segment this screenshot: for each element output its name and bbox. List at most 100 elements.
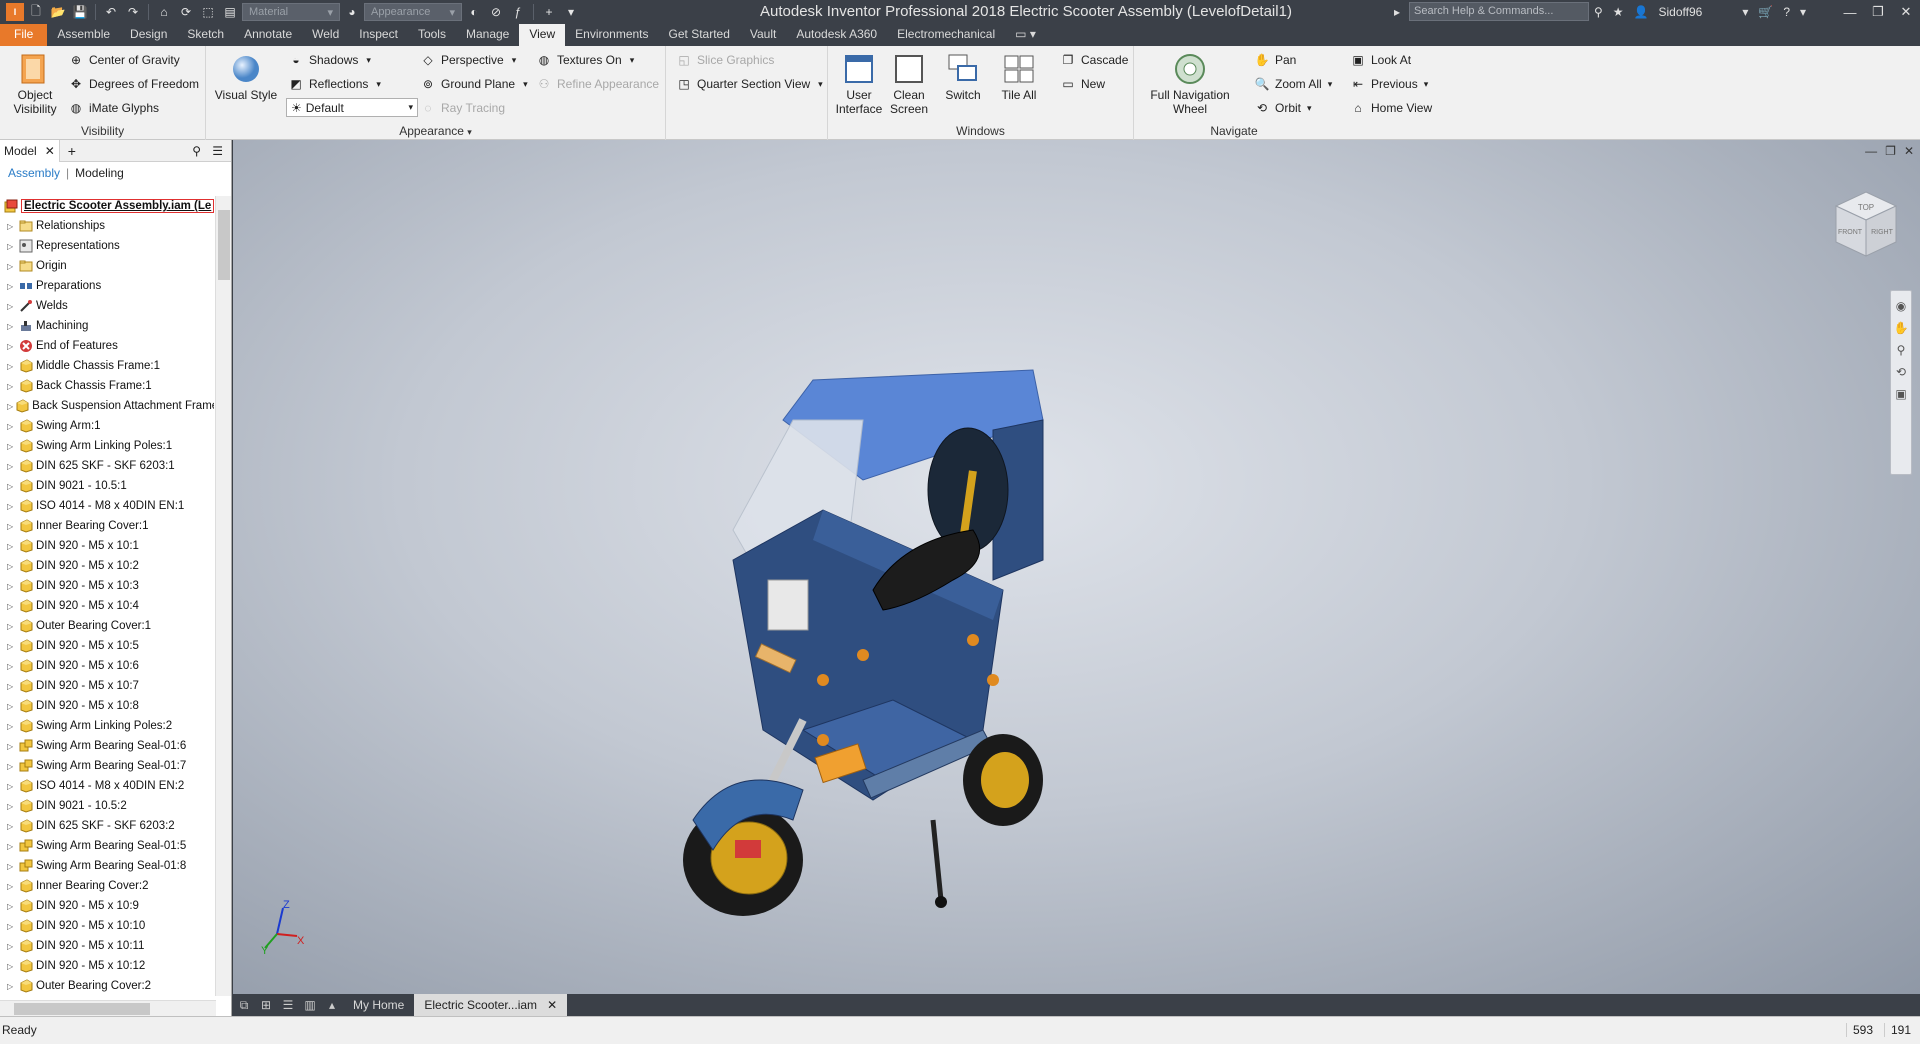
new-window-button[interactable]: ▭ New: [1060, 76, 1105, 92]
cascade-button[interactable]: ❐ Cascade: [1060, 52, 1129, 68]
tree-item[interactable]: ▷ DIN 625 SKF - SKF 6203:2: [0, 816, 214, 836]
tab-environments[interactable]: Environments: [565, 24, 658, 46]
zoom-icon[interactable]: ⚲: [1897, 343, 1906, 357]
expand-arrow-icon[interactable]: ▷: [7, 802, 17, 811]
tree-item[interactable]: ▷ DIN 920 - M5 x 10:5: [0, 636, 214, 656]
graphics-viewport[interactable]: — ❐ ✕ TOP FRONT RIGHT ◉ ✋ ⚲ ⟲ ▣ Z Y X: [233, 140, 1920, 994]
tree-item[interactable]: ▷ Outer Bearing Cover:1: [0, 616, 214, 636]
user-dropdown-icon[interactable]: ▾: [1742, 5, 1748, 19]
tree-item[interactable]: ▷ DIN 9021 - 10.5:2: [0, 796, 214, 816]
expand-arrow-icon[interactable]: ▷: [7, 362, 17, 371]
tree-item[interactable]: ▷ DIN 920 - M5 x 10:2: [0, 556, 214, 576]
tab-annotate[interactable]: Annotate: [234, 24, 302, 46]
browser-tab-model[interactable]: Model ✕: [0, 139, 60, 162]
expand-arrow-icon[interactable]: ▷: [7, 502, 17, 511]
tree-item[interactable]: ▷ Origin: [0, 256, 214, 276]
slice-graphics-button[interactable]: ◱ Slice Graphics: [676, 52, 774, 68]
expand-arrow-icon[interactable]: ▷: [7, 662, 17, 671]
document-list-icon[interactable]: ▴: [321, 994, 343, 1016]
expand-arrow-icon[interactable]: ▷: [7, 962, 17, 971]
rear-wheel-rim[interactable]: [981, 752, 1029, 808]
tree-item[interactable]: ▷ DIN 920 - M5 x 10:3: [0, 576, 214, 596]
expand-arrow-icon[interactable]: ▷: [7, 722, 17, 731]
expand-arrow-icon[interactable]: ▷: [7, 322, 17, 331]
tab-weld[interactable]: Weld: [302, 24, 349, 46]
expand-arrow-icon[interactable]: ▷: [7, 982, 17, 991]
tab-autodesk-a360[interactable]: Autodesk A360: [786, 24, 887, 46]
subtab-assembly[interactable]: Assembly: [8, 166, 60, 180]
expand-arrow-icon[interactable]: ▷: [7, 822, 17, 831]
help-icon[interactable]: ?: [1783, 5, 1790, 19]
appearance-sphere-icon[interactable]: ◕: [342, 2, 362, 22]
project-icon[interactable]: ▤: [220, 2, 240, 22]
ribbon-display-options-icon[interactable]: ▭ ▾: [1005, 24, 1046, 46]
add-browser-tab-icon[interactable]: +: [68, 143, 76, 159]
ray-tracing-button[interactable]: ◌ Ray Tracing: [420, 100, 505, 116]
tree-item[interactable]: ▷ Inner Bearing Cover:1: [0, 516, 214, 536]
tree-item[interactable]: ▷ Swing Arm Linking Poles:1: [0, 436, 214, 456]
orbit-button[interactable]: ⟲ Orbit ▾: [1254, 100, 1312, 116]
expand-arrow-icon[interactable]: ▷: [7, 702, 17, 711]
restore-icon[interactable]: ❐: [1885, 144, 1896, 158]
tree-item[interactable]: ▷ Preparations: [0, 276, 214, 296]
close-icon[interactable]: ✕: [547, 998, 557, 1012]
doctab-electric-scooter[interactable]: Electric Scooter...iam ✕: [414, 994, 568, 1016]
expand-arrow-icon[interactable]: ▷: [7, 902, 17, 911]
perspective-button[interactable]: ◇ Perspective ▾: [420, 52, 516, 68]
tree-item[interactable]: ▷ DIN 920 - M5 x 10:12: [0, 956, 214, 976]
cascade-view-icon[interactable]: ⧉: [233, 994, 255, 1016]
appearance-panel-label[interactable]: Appearance ▾: [206, 124, 665, 138]
full-navigation-wheel-button[interactable]: Full Navigation Wheel: [1142, 52, 1238, 116]
customize-icon[interactable]: ▾: [561, 2, 581, 22]
expand-arrow-icon[interactable]: ▷: [7, 242, 17, 251]
close-icon[interactable]: ✕: [1892, 0, 1920, 24]
tree-item[interactable]: ▷ ISO 4014 - M8 x 40DIN EN:1: [0, 496, 214, 516]
tree-item[interactable]: ▷ Outer Bearing Cover:2: [0, 976, 214, 996]
expand-arrow-icon[interactable]: ▷: [7, 462, 17, 471]
add-icon[interactable]: +: [539, 2, 559, 22]
username[interactable]: Sidoff96: [1659, 5, 1703, 19]
tree-item[interactable]: ▷ DIN 9021 - 10.5:1: [0, 476, 214, 496]
expand-arrow-icon[interactable]: ▷: [7, 482, 17, 491]
help-dropdown-icon[interactable]: ▾: [1800, 5, 1806, 19]
tab-assemble[interactable]: Assemble: [47, 24, 120, 46]
save-icon[interactable]: 💾: [70, 2, 90, 22]
expand-arrow-icon[interactable]: ▷: [7, 262, 17, 271]
handlebar-console[interactable]: [767, 579, 809, 631]
material-dropdown[interactable]: Material ▾: [242, 3, 340, 21]
scrollbar-thumb[interactable]: [14, 1003, 150, 1015]
expand-arrow-icon[interactable]: ▷: [7, 622, 17, 631]
orbit-icon[interactable]: ⟲: [1896, 365, 1906, 379]
restore-icon[interactable]: ❐: [1864, 0, 1892, 24]
viewcube-top-label[interactable]: TOP: [1858, 203, 1874, 212]
expand-arrow-icon[interactable]: ▷: [7, 582, 17, 591]
tree-item[interactable]: ▷ Swing Arm Bearing Seal-01:7: [0, 756, 214, 776]
minimize-icon[interactable]: —: [1836, 0, 1864, 24]
clear-appearance-icon[interactable]: ⊘: [486, 2, 506, 22]
tree-item[interactable]: ▷ DIN 920 - M5 x 10:4: [0, 596, 214, 616]
adjust-icon[interactable]: ◐: [464, 2, 484, 22]
tree-item[interactable]: ▷ DIN 920 - M5 x 10:6: [0, 656, 214, 676]
menu-icon[interactable]: ☰: [212, 144, 223, 158]
expand-arrow-icon[interactable]: ▷: [7, 282, 17, 291]
tree-item[interactable]: ▷ Relationships: [0, 216, 214, 236]
viewcube-front-label[interactable]: FRONT: [1838, 229, 1863, 236]
tree-item[interactable]: ▷ Representations: [0, 236, 214, 256]
doctab-my-home[interactable]: My Home: [343, 994, 414, 1016]
look-at-icon[interactable]: ▣: [1895, 387, 1906, 401]
tab-design[interactable]: Design: [120, 24, 177, 46]
tree-item[interactable]: ▷ DIN 625 SKF - SKF 6203:1: [0, 456, 214, 476]
expand-arrow-icon[interactable]: ▷: [7, 422, 17, 431]
steering-wheel-icon[interactable]: ◉: [1896, 299, 1906, 313]
tree-item[interactable]: ▷ ISO 4014 - M8 x 40DIN EN:2: [0, 776, 214, 796]
tab-file[interactable]: File: [0, 24, 48, 46]
tab-electromechanical[interactable]: Electromechanical: [887, 24, 1005, 46]
pan-hand-icon[interactable]: ✋: [1894, 321, 1909, 335]
reflections-button[interactable]: ◩ Reflections ▾: [288, 76, 381, 92]
tree-item[interactable]: ▷ DIN 920 - M5 x 10:1: [0, 536, 214, 556]
subtab-modeling[interactable]: Modeling: [75, 166, 124, 180]
minimize-icon[interactable]: —: [1865, 144, 1877, 158]
expand-arrow-icon[interactable]: ▷: [7, 642, 17, 651]
user-interface-button[interactable]: User Interface: [834, 52, 884, 116]
tile-all-button[interactable]: Tile All: [996, 52, 1042, 102]
